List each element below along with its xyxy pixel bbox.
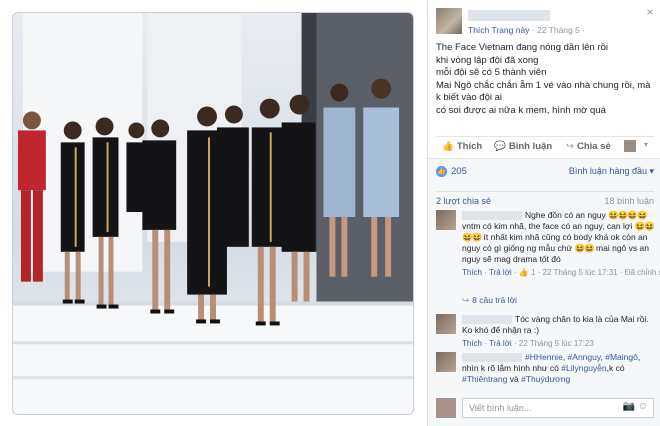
comment-label: Bình luận <box>508 141 553 152</box>
comment-body: Nghe đồn có an nguy 😆😆😆😆 vntm có kim nhã… <box>462 210 660 278</box>
comment-sort-dropdown[interactable]: Bình luận hàng đầu ▾ <box>569 166 654 177</box>
comment-meta: · 22 Tháng 5 lúc 17:23 <box>513 339 594 348</box>
meta-separator: · <box>529 25 537 35</box>
my-avatar <box>436 398 456 418</box>
comment-text: Nghe đồn có an nguy <box>525 210 606 220</box>
post-line: có soi được ai nữa k mem, hình mờ quá <box>436 104 606 116</box>
comment-item: Tóc vàng chân to kia là của Mai rồi. Ko … <box>436 314 656 348</box>
commenter-avatar[interactable] <box>436 314 456 334</box>
commenter-name-redacted[interactable] <box>462 315 512 325</box>
comment-item: #HHennie, #Annguy, #Maingô, nhìn k rõ lắ… <box>436 352 656 394</box>
commenter-name-redacted[interactable] <box>462 353 522 363</box>
commenter-avatar[interactable] <box>436 352 456 372</box>
emoji: 😆😆😆😆 <box>608 210 647 220</box>
likes-row: 👍 205 Bình luận hàng đầu ▾ <box>436 165 654 179</box>
comment-text: vntm có kim nhã, the face có an nguy, ca… <box>462 221 633 231</box>
share-as-avatar[interactable] <box>624 140 636 152</box>
share-icon: ↪ <box>566 141 574 152</box>
post-meta: Thích Trang này · 22 Tháng 5 · <box>468 25 585 35</box>
hashtag-link[interactable]: #HHennie <box>525 352 563 362</box>
comment-count: 18 bình luận <box>604 196 654 206</box>
post-line: The Face Vietnam đang nóng dần lên rồi <box>436 42 608 53</box>
post-actions: 👍 Thích 💬 Bình luận ↪ Chia sẻ ▾ <box>436 136 654 154</box>
globe-icon: · <box>582 25 586 35</box>
share-button[interactable]: ↪ Chia sẻ <box>566 141 611 152</box>
share-count[interactable]: 2 lượt chia sẻ <box>436 196 491 206</box>
comment-body: #HHennie, #Annguy, #Maingô, nhìn k rõ lắ… <box>462 352 641 384</box>
like-button[interactable]: 👍 Thích <box>442 141 482 152</box>
share-label: Chia sẻ <box>576 141 611 152</box>
replies-label: 8 câu trả lời <box>472 295 517 305</box>
post-line: khi vòng lập đội đã xong <box>436 54 539 66</box>
like-count[interactable]: 205 <box>451 166 467 177</box>
hashtag-link[interactable]: #Thiêntrang <box>462 374 507 384</box>
comment-tools: Thích · Trả lời · 👍 1 · 22 Tháng 5 lúc 1… <box>462 267 660 278</box>
hashtag-link[interactable]: #Thuýdương <box>521 374 570 384</box>
comment-body: Tóc vàng chân to kia là của Mai rồi. Ko … <box>462 314 654 349</box>
reply-arrow-icon: ↪ <box>462 295 470 305</box>
comment-text: ,k có <box>606 363 625 373</box>
comment-text: và <box>509 374 519 384</box>
post-date[interactable]: 22 Tháng 5 <box>537 25 580 35</box>
post-photo-area <box>0 0 427 426</box>
comment-reply-link[interactable]: Trả lời <box>489 339 512 348</box>
page-name-redacted[interactable] <box>468 10 550 21</box>
comment-item: Nghe đồn có an nguy 😆😆😆😆 vntm có kim nhã… <box>436 210 660 300</box>
like-label: Thích <box>456 141 483 152</box>
like-page-link[interactable]: Thích Trang này <box>468 25 529 35</box>
close-icon[interactable]: × <box>644 6 656 18</box>
post-line: k biết vào đội ai <box>436 92 503 103</box>
comment-tools: Thích · Trả lời · 22 Tháng 5 lúc 17:23 <box>462 339 594 348</box>
post-photo[interactable] <box>12 12 414 415</box>
shares-row: 2 lượt chia sẻ 18 bình luận <box>436 191 654 206</box>
chevron-down-icon[interactable]: ▾ <box>644 140 648 149</box>
emoji: 😆😆 <box>574 243 595 253</box>
like-reaction-icon: 👍 <box>436 166 447 177</box>
camera-emoji-icons[interactable]: 📷 ☺ <box>623 401 648 412</box>
comment-reply-link[interactable]: Trả lời <box>489 268 512 277</box>
post-body: The Face Vietnam đang nóng dần lên rồi k… <box>436 42 656 117</box>
post-panel: × Thích Trang này · 22 Tháng 5 · The Fac… <box>427 0 660 426</box>
view-replies-link[interactable]: ↪ 8 câu trả lời <box>462 295 517 306</box>
post-line: mỗi đội sẽ có 5 thành viên <box>436 67 547 78</box>
comment-button[interactable]: 💬 Bình luận <box>494 141 552 152</box>
comment-like-link[interactable]: Thích <box>462 339 482 348</box>
comment-icon: 💬 <box>494 141 506 152</box>
commenter-name-redacted[interactable] <box>462 211 522 221</box>
models-on-stage-image <box>13 13 413 414</box>
post-header: × Thích Trang này · 22 Tháng 5 · <box>436 6 656 38</box>
page-avatar[interactable] <box>436 8 462 34</box>
commenter-avatar[interactable] <box>436 210 456 230</box>
comment-like-link[interactable]: Thích <box>462 268 482 277</box>
hashtag-link[interactable]: #Maingô <box>605 352 638 362</box>
write-comment-row: Viết bình luận... 📷 ☺ <box>436 396 654 420</box>
post-line: Mai Ngô chắc chắn ẵm 1 vé vào nhà chung … <box>436 79 651 91</box>
like-icon: 👍 <box>442 141 454 152</box>
hashtag-link[interactable]: #Lilynguyễn <box>561 363 606 373</box>
hashtag-link[interactable]: #Annguy <box>568 352 601 362</box>
comment-meta: · 👍 1 · 22 Tháng 5 lúc 17:31 · Đã chỉnh … <box>513 268 660 277</box>
